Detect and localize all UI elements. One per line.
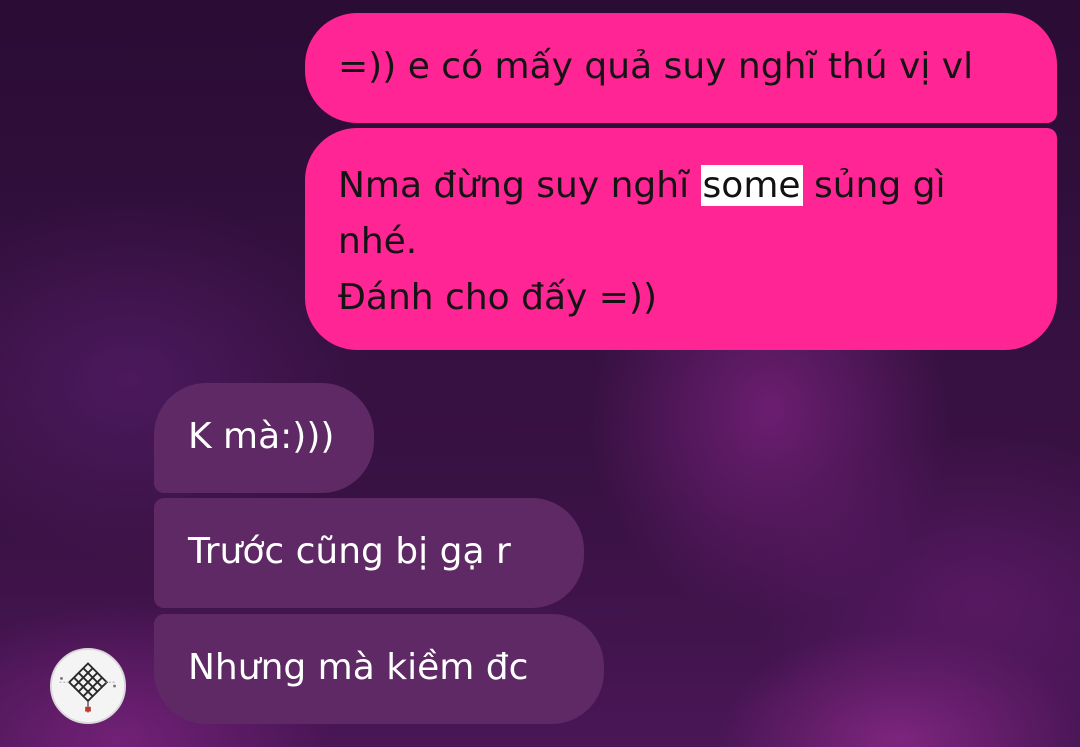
message-text: Nma đừng suy nghĩ xyxy=(338,165,701,206)
sender-avatar[interactable] xyxy=(50,648,126,724)
chat-thread: =)) e có mấy quả suy nghĩ thú vị vl Nma … xyxy=(0,0,1080,747)
message-line: nhé. xyxy=(338,221,418,262)
message-line: Đánh cho đấy =)) xyxy=(338,277,658,318)
message-text: sủng gì xyxy=(802,165,946,206)
incoming-message-bubble[interactable]: Trước cũng bị gạ r xyxy=(154,498,584,608)
endless-knot-avatar-icon xyxy=(52,650,124,722)
message-text: K mà:))) xyxy=(188,416,335,457)
message-text: Nhưng mà kiềm đc xyxy=(188,647,529,688)
message-line: Nma đừng suy nghĩ some sủng gì xyxy=(338,158,1027,214)
outgoing-message-bubble[interactable]: =)) e có mấy quả suy nghĩ thú vị vl xyxy=(305,13,1057,123)
selected-text-highlight[interactable]: some xyxy=(700,165,803,206)
message-text: Trước cũng bị gạ r xyxy=(188,531,511,572)
message-text: =)) e có mấy quả suy nghĩ thú vị vl xyxy=(338,46,974,87)
incoming-message-bubble[interactable]: Nhưng mà kiềm đc xyxy=(154,614,604,724)
outgoing-message-bubble[interactable]: Nma đừng suy nghĩ some sủng gì nhé. Đánh… xyxy=(305,128,1057,350)
incoming-message-bubble[interactable]: K mà:))) xyxy=(154,383,374,493)
